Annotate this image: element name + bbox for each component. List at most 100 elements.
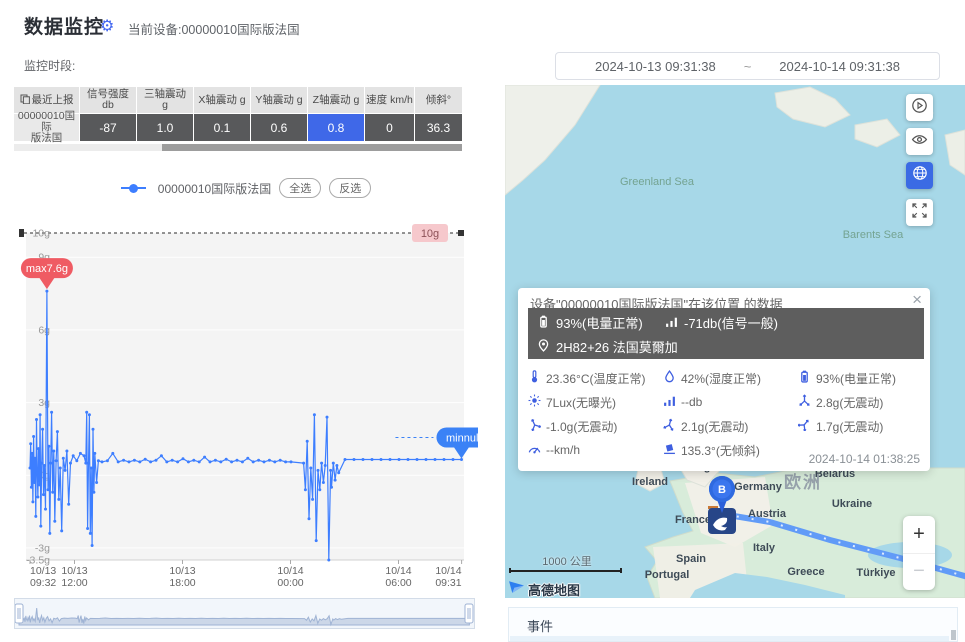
svg-text:B: B <box>718 484 726 496</box>
map-zoom-control: + − <box>903 516 935 590</box>
map-label-portugal: Portugal <box>645 569 690 581</box>
svg-text:10/1400:00: 10/1400:00 <box>277 565 303 589</box>
events-title: 事件 <box>527 616 553 635</box>
table-scrollbar-thumb[interactable] <box>162 144 462 151</box>
popup-timestamp: 2024-10-14 01:38:25 <box>809 452 920 466</box>
col-y-vibration: Y轴震动 g <box>251 87 308 114</box>
svg-text:10/1309:32: 10/1309:32 <box>30 565 56 589</box>
select-all-button[interactable]: 全选 <box>279 178 321 198</box>
events-header-strip <box>510 636 949 641</box>
tilt-value: 36.3 <box>415 114 462 141</box>
col-speed: 速度 km/h <box>365 87 415 114</box>
device-data-table: 最近上报 信号强度 db 三轴震动 g X轴震动 g Y轴震动 g Z轴震动 g… <box>14 87 462 141</box>
map-label-austria: Austria <box>748 508 787 520</box>
events-panel: 事件 <box>508 607 958 642</box>
vibration-y-icon <box>663 418 676 434</box>
popup-readings-grid: 23.36°C(温度正常)42%(湿度正常)93%(电量正常) 7Lux(无曝光)… <box>528 366 924 462</box>
summary-signal: -71db(信号一般) <box>665 313 778 332</box>
vibration-z-icon <box>798 418 811 434</box>
svg-text:6g: 6g <box>38 324 50 336</box>
svg-text:max7.6g: max7.6g <box>26 263 68 275</box>
date-range-picker[interactable]: 2024-10-13 09:31:38 ~ 2024-10-14 09:31:3… <box>555 52 940 80</box>
reading-light: 7Lux(无曝光) <box>528 390 663 414</box>
amap-logo-text: 高德地图 <box>528 580 580 599</box>
popup-summary-band: 93%(电量正常) -71db(信号一般) 2H82+26 法国莫爾加 <box>528 308 924 359</box>
z-vibration-value-highlighted: 0.8 <box>308 114 365 141</box>
gear-icon[interactable]: ⚙ <box>100 16 114 36</box>
svg-text:3g: 3g <box>38 397 50 409</box>
zoom-out-button[interactable]: − <box>903 554 935 591</box>
datazoom-handle-left[interactable] <box>15 604 23 623</box>
col-x-vibration: X轴震动 g <box>194 87 251 114</box>
battery-icon <box>798 370 811 386</box>
svg-text:10/1318:00: 10/1318:00 <box>169 565 195 589</box>
device-name-cell[interactable]: 00000010国际 版法国 <box>14 114 80 141</box>
date-end[interactable]: 2024-10-14 09:31:38 <box>779 59 900 74</box>
zoom-in-button[interactable]: + <box>903 516 935 554</box>
svg-text:-3g: -3g <box>35 542 50 554</box>
play-icon <box>911 97 928 119</box>
map-label-greece: Greece <box>787 566 824 578</box>
reading-vibration-z: 1.7g(无震动) <box>798 414 924 438</box>
vibration-line-chart: 10g10g9g6g3g0g-3g-3.5g10/1309:3210/1312:… <box>14 213 478 595</box>
svg-text:10/1409:31: 10/1409:31 <box>435 565 461 589</box>
reading-signal: --db <box>663 390 798 414</box>
table-header-row: 最近上报 信号强度 db 三轴震动 g X轴震动 g Y轴震动 g Z轴震动 g… <box>14 87 462 114</box>
light-icon <box>528 394 541 410</box>
map-label-spain: Spain <box>676 553 706 565</box>
tilt-icon <box>663 442 676 458</box>
monitor-period-label: 监控时段: <box>24 57 75 74</box>
invert-selection-button[interactable]: 反选 <box>329 178 371 198</box>
play-track-button[interactable] <box>906 94 933 121</box>
map-label-欧洲: 欧洲 <box>784 472 822 492</box>
current-device-label: 当前设备:00000010国际版法国 <box>128 19 300 38</box>
eye-icon <box>911 131 928 153</box>
chart-legend: 00000010国际版法国 全选 反选 <box>14 178 478 198</box>
amap-logo-icon <box>508 578 525 600</box>
reading-battery: 93%(电量正常) <box>798 366 924 390</box>
legend-series-marker[interactable] <box>121 184 146 193</box>
chart-datazoom-slider[interactable] <box>14 598 475 629</box>
reading-tilt: 135.3°(无倾斜) <box>663 438 798 462</box>
speed-icon <box>528 442 541 458</box>
date-start[interactable]: 2024-10-13 09:31:38 <box>595 59 716 74</box>
map-label-türkiye: Türkiye <box>856 567 895 579</box>
fullscreen-button[interactable] <box>906 199 933 226</box>
vibration-x-icon <box>528 418 541 434</box>
reading-speed: --km/h <box>528 438 663 462</box>
table-scrollbar[interactable] <box>14 144 462 151</box>
datazoom-handle-right[interactable] <box>465 604 473 623</box>
col-3axis-vibration: 三轴震动 g <box>137 87 194 114</box>
summary-battery: 93%(电量正常) <box>537 313 643 332</box>
y-vibration-value: 0.6 <box>251 114 308 141</box>
svg-text:minnull: minnull <box>446 432 478 444</box>
map-label-france: France <box>675 514 711 526</box>
x-vibration-value: 0.1 <box>194 114 251 141</box>
page-title: 数据监控 <box>24 12 104 39</box>
reading-thermometer: 23.36°C(温度正常) <box>528 366 663 390</box>
reading-humidity: 42%(湿度正常) <box>663 366 798 390</box>
table-row[interactable]: 00000010国际 版法国 -87 1.0 0.1 0.6 0.8 0 36.… <box>14 114 462 141</box>
visibility-button[interactable] <box>906 128 933 155</box>
map-scale-label: 1000 公里 <box>527 553 607 569</box>
svg-text:10g: 10g <box>421 228 439 240</box>
col-z-vibration: Z轴震动 g <box>308 87 365 114</box>
expand-icon <box>912 203 927 223</box>
location-data-popup: 设备"00000010国际版法国"在该位置 的数据 × 93%(电量正常) -7… <box>518 288 930 471</box>
thermometer-icon <box>528 370 541 386</box>
map-label-ireland: Ireland <box>632 476 668 488</box>
events-scrollbar-thumb[interactable] <box>951 630 956 640</box>
battery-icon <box>537 315 550 331</box>
close-icon[interactable]: × <box>912 290 922 310</box>
legend-series-label[interactable]: 00000010国际版法国 <box>158 180 271 197</box>
svg-text:10g: 10g <box>32 228 50 240</box>
svg-text:10/1406:00: 10/1406:00 <box>385 565 411 589</box>
map-label-barents-sea: Barents Sea <box>843 229 904 241</box>
reading-vibration-x: -1.0g(无震动) <box>528 414 663 438</box>
map-label-ukraine: Ukraine <box>832 498 872 510</box>
map-layer-button[interactable] <box>906 162 933 189</box>
amap-attribution[interactable]: 高德地图 <box>508 578 580 600</box>
vibration3-value: 1.0 <box>137 114 194 141</box>
summary-location: 2H82+26 法国莫爾加 <box>537 337 678 356</box>
reading-vibration-3axis: 2.8g(无震动) <box>798 390 924 414</box>
